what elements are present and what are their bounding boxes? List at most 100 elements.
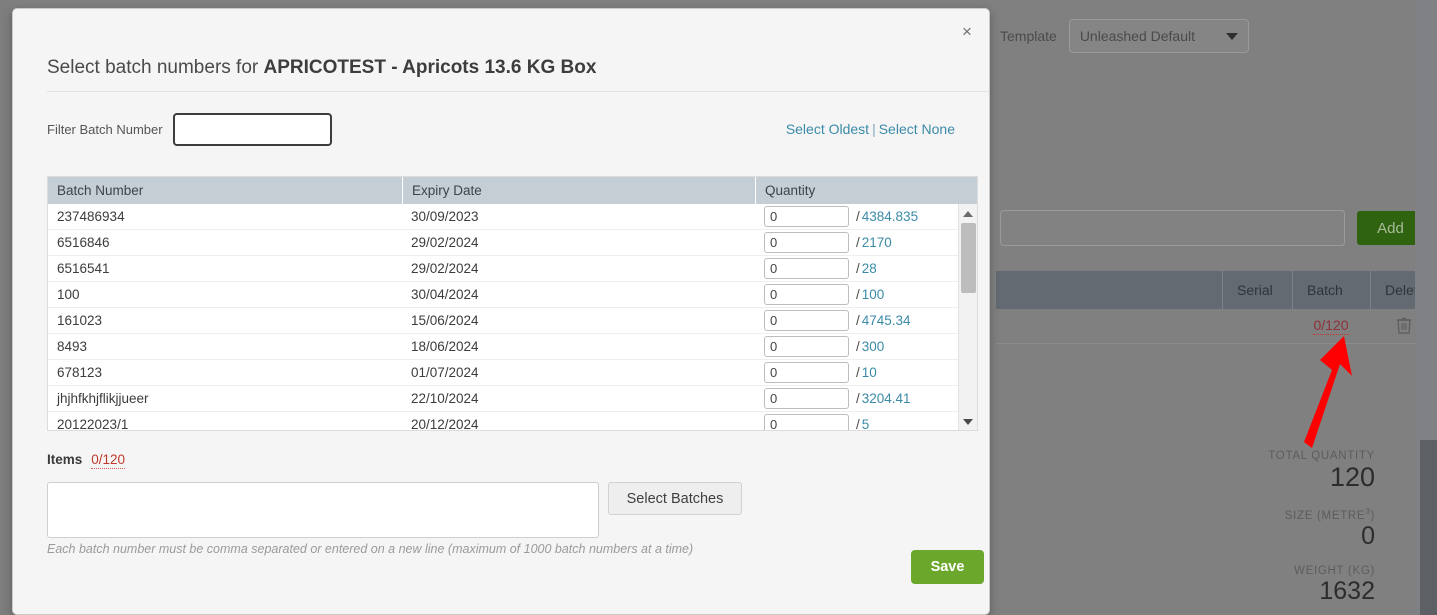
close-icon[interactable]: ×	[957, 21, 977, 41]
available-quantity-value: 2170	[862, 235, 892, 250]
slash-separator: /	[856, 287, 860, 302]
filter-batch-group: Filter Batch Number	[47, 113, 332, 146]
page-scrollbar[interactable]	[1415, 0, 1437, 615]
select-none-link[interactable]: Select None	[879, 121, 955, 137]
link-separator: |	[872, 121, 876, 137]
filter-batch-input[interactable]	[173, 113, 332, 146]
table-row: 23748693430/09/2023/4384.835	[48, 204, 977, 230]
background-table-row: 0/120	[996, 309, 1437, 344]
available-quantity-value: 100	[862, 287, 885, 302]
slash-separator: /	[856, 313, 860, 328]
add-button[interactable]: Add	[1357, 211, 1424, 245]
available-quantity: /28	[856, 261, 877, 276]
cell-quantity: /4384.835	[755, 206, 961, 227]
cell-expiry-date: 20/12/2024	[402, 412, 755, 432]
cell-batch-number: 678123	[48, 360, 402, 386]
cell-quantity: /10	[755, 362, 961, 383]
quantity-input[interactable]	[764, 388, 849, 409]
batch-table-scrollbar[interactable]	[958, 204, 977, 431]
batch-selection-modal: × Select batch numbers for APRICOTEST - …	[12, 8, 990, 615]
quantity-input[interactable]	[764, 206, 849, 227]
available-quantity-value: 4745.34	[862, 313, 911, 328]
background-th-blank	[996, 271, 1222, 309]
cell-expiry-date: 18/06/2024	[402, 334, 755, 360]
cell-expiry-date: 15/06/2024	[402, 308, 755, 334]
cell-batch-number: 100	[48, 282, 402, 308]
filter-batch-label: Filter Batch Number	[47, 122, 163, 137]
quantity-input[interactable]	[764, 310, 849, 331]
available-quantity: /10	[856, 365, 877, 380]
available-quantity-value: 3204.41	[862, 391, 911, 406]
modal-title: Select batch numbers for APRICOTEST - Ap…	[47, 57, 596, 79]
template-select-value: Unleashed Default	[1080, 28, 1195, 44]
cell-batch-number: 8493	[48, 334, 402, 360]
items-summary: Items 0/120	[47, 452, 125, 469]
items-count-link[interactable]: 0/120	[91, 452, 125, 469]
table-row: 67812301/07/2024/10	[48, 360, 977, 386]
cell-batch-number: 6516846	[48, 230, 402, 256]
size-label: SIZE (METRE3)	[1268, 507, 1375, 522]
cell-quantity: /100	[755, 284, 961, 305]
batch-numbers-textarea[interactable]	[47, 482, 599, 538]
chevron-down-icon	[1226, 33, 1238, 40]
batch-table: Batch Number Expiry Date Quantity 237486…	[47, 176, 978, 431]
scroll-down-icon[interactable]	[963, 419, 973, 425]
batch-entry-helper-text: Each batch number must be comma separate…	[47, 542, 693, 556]
slash-separator: /	[856, 261, 860, 276]
size-value: 0	[1268, 522, 1375, 551]
batch-table-body: 23748693430/09/2023/4384.835651684629/02…	[48, 204, 977, 431]
cell-quantity: /3204.41	[755, 388, 961, 409]
cell-batch-number: 6516541	[48, 256, 402, 282]
modal-title-prefix: Select batch numbers for	[47, 57, 264, 78]
th-quantity: Quantity	[755, 177, 961, 204]
product-search-input[interactable]	[1000, 210, 1345, 246]
quantity-input[interactable]	[764, 336, 849, 357]
cell-expiry-date: 01/07/2024	[402, 360, 755, 386]
background-table-header: Serial Batch Delete	[996, 271, 1437, 309]
cell-expiry-date: 30/04/2024	[402, 282, 755, 308]
background-td-blank	[996, 309, 1222, 344]
page-scrollbar-thumb[interactable]	[1420, 440, 1437, 615]
cell-expiry-date: 29/02/2024	[402, 230, 755, 256]
trash-icon[interactable]	[1396, 316, 1412, 337]
background-td-serial	[1222, 309, 1292, 344]
scroll-up-icon[interactable]	[963, 211, 973, 217]
cell-quantity: /5	[755, 414, 961, 431]
quantity-input[interactable]	[764, 232, 849, 253]
cell-quantity: /2170	[755, 232, 961, 253]
slash-separator: /	[856, 235, 860, 250]
background-td-batch: 0/120	[1292, 309, 1370, 344]
background-th-serial: Serial	[1222, 271, 1292, 309]
table-row: jhjhfkhjflikjjueer22/10/2024/3204.41	[48, 386, 977, 412]
background-left-edge-text	[0, 0, 12, 615]
select-oldest-link[interactable]: Select Oldest	[786, 121, 869, 137]
th-batch-number: Batch Number	[48, 177, 402, 204]
template-select[interactable]: Unleashed Default	[1069, 19, 1249, 53]
quantity-input[interactable]	[764, 284, 849, 305]
quantity-input[interactable]	[764, 258, 849, 279]
quantity-input[interactable]	[764, 414, 849, 431]
cell-batch-number: 161023	[48, 308, 402, 334]
cell-quantity: /4745.34	[755, 310, 961, 331]
batch-quantity-link[interactable]: 0/120	[1313, 317, 1348, 335]
total-quantity-label: TOTAL QUANTITY	[1268, 450, 1375, 462]
slash-separator: /	[856, 391, 860, 406]
save-button[interactable]: Save	[911, 550, 984, 584]
slash-separator: /	[856, 365, 860, 380]
table-row: 849318/06/2024/300	[48, 334, 977, 360]
background-add-row: Add	[1000, 210, 1424, 246]
cell-expiry-date: 29/02/2024	[402, 256, 755, 282]
available-quantity-value: 28	[862, 261, 877, 276]
template-label: Template	[1000, 28, 1057, 44]
cell-batch-number: 20122023/1	[48, 412, 402, 432]
weight-value: 1632	[1268, 577, 1375, 606]
select-batches-button[interactable]: Select Batches	[608, 482, 742, 515]
available-quantity: /5	[856, 417, 869, 431]
available-quantity: /4745.34	[856, 313, 911, 328]
weight-label: WEIGHT (KG)	[1268, 565, 1375, 577]
cell-batch-number: 237486934	[48, 204, 402, 230]
available-quantity: /100	[856, 287, 884, 302]
quantity-input[interactable]	[764, 362, 849, 383]
batch-table-scrollbar-thumb[interactable]	[961, 223, 976, 293]
available-quantity: /4384.835	[856, 209, 918, 224]
